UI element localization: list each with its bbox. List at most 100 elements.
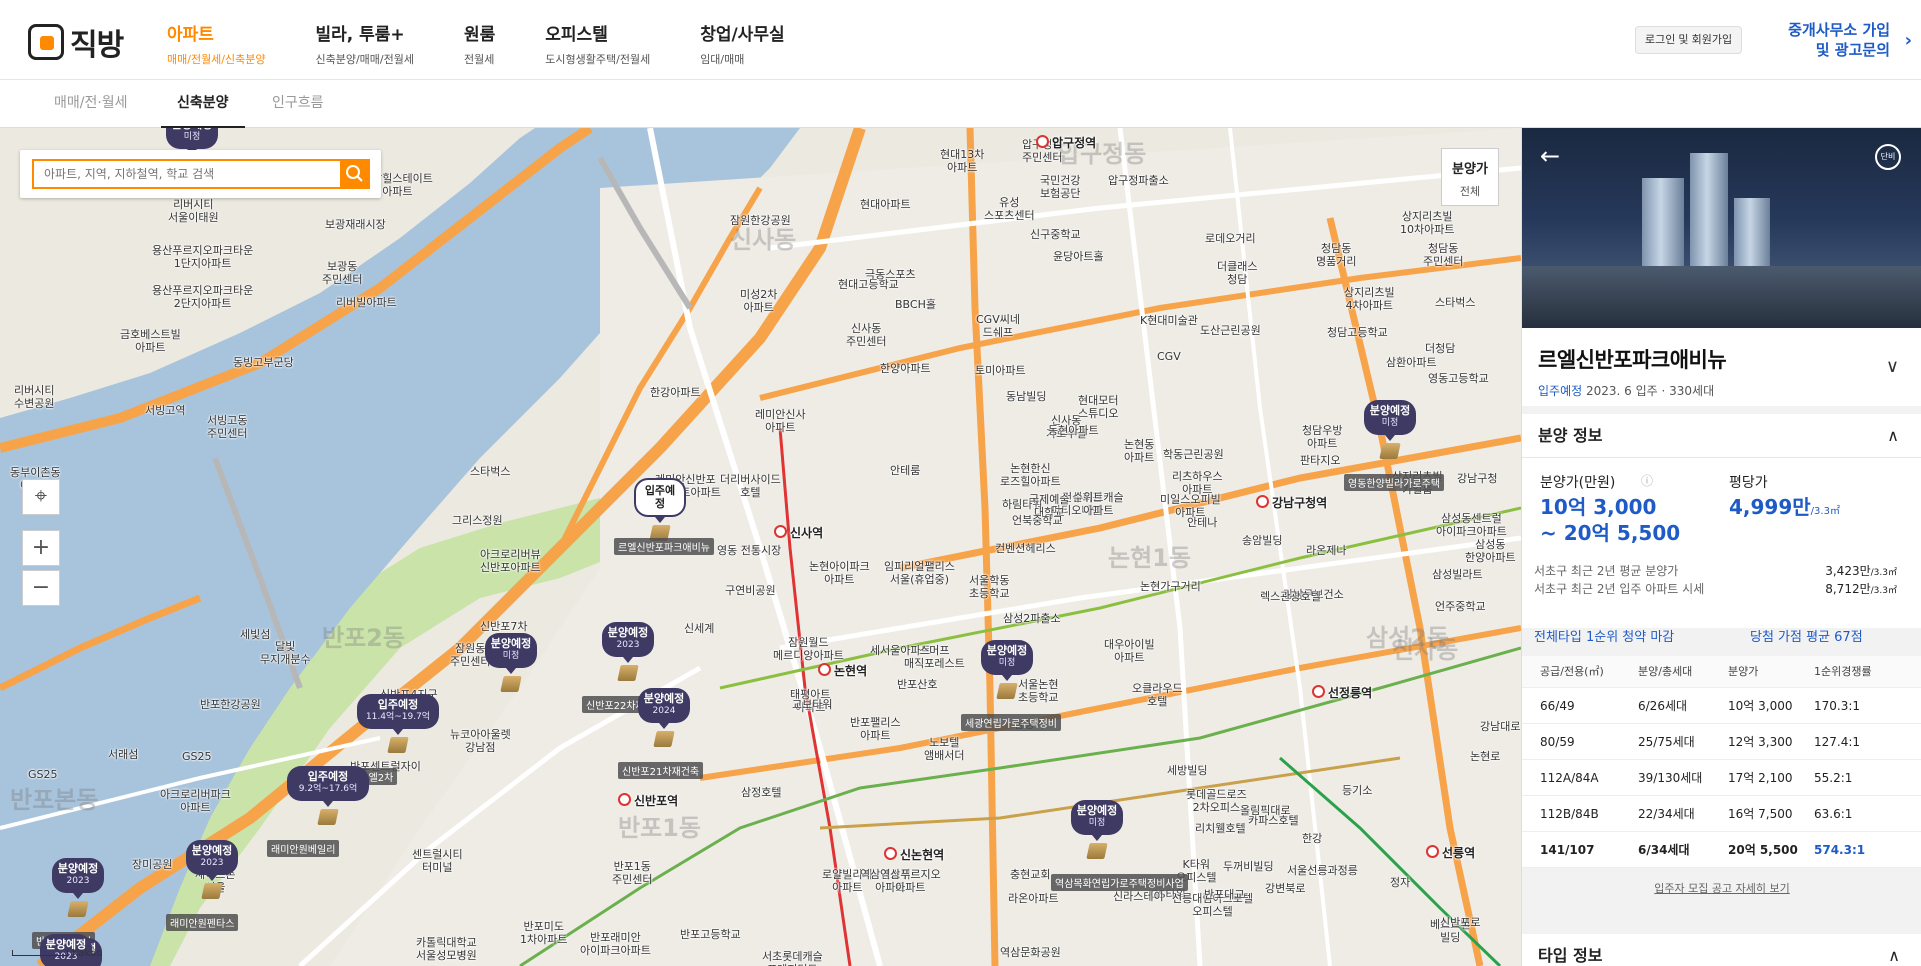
nav-item-1[interactable]: 빌라, 투룸+ 신축분양/매매/전월세 xyxy=(316,20,415,67)
map-place-label[interactable]: 센트럴시티 터미널 xyxy=(412,848,463,874)
map-place-label[interactable]: 윤당아트홀 xyxy=(1053,250,1104,263)
map-place-label[interactable]: 현대아파트 xyxy=(860,198,911,211)
listing-pin[interactable]: 분양예정2023 xyxy=(186,840,238,899)
map-place-label[interactable]: 임피리얼팰리스 서울(휴업중) xyxy=(884,560,955,586)
map-place-label[interactable]: 오클라우드 호텔 xyxy=(1132,682,1183,708)
map-place-label[interactable]: 용산푸르지오파크타운 1단지아파트 xyxy=(152,244,253,270)
subscription-closed-link[interactable]: 전체타입 1순위 청약 마감 xyxy=(1534,626,1674,645)
map-place-label[interactable]: 라온아파트 xyxy=(1008,892,1059,905)
map-place-label[interactable]: 미성2차 아파트 xyxy=(740,288,777,314)
tab-new-sale[interactable]: 신축분양 xyxy=(161,80,245,128)
map-place-label[interactable]: 아크로리버파크 아파트 xyxy=(160,788,231,814)
map-place-label[interactable]: 더청담 xyxy=(1425,342,1455,355)
map-place-label[interactable]: 삼정호텔 xyxy=(741,786,781,799)
subway-station-label[interactable]: 강남구청역 xyxy=(1256,494,1327,511)
map-place-label[interactable]: 라온제나 xyxy=(1306,544,1346,557)
map-place-label[interactable]: 구연비공원 xyxy=(725,584,776,597)
subway-station-label[interactable]: 압구정역 xyxy=(1036,134,1096,151)
listing-pin[interactable]: 분양예정미정 xyxy=(1071,800,1123,859)
map-place-label[interactable]: 리버시티 수변공원 xyxy=(14,384,54,410)
map-place-label[interactable]: 상지리츠빌 4차아파트 xyxy=(1344,286,1395,312)
map-place-label[interactable]: 논현한신 로즈힐아파트 xyxy=(1000,462,1061,488)
map-place-label[interactable]: 신구중학교 xyxy=(1030,228,1081,241)
map-place-label[interactable]: 판타지오 xyxy=(1300,454,1340,467)
map-place-label[interactable]: 유성 스포츠센터 xyxy=(984,196,1035,222)
map-place-label[interactable]: 서초롯데캐슬 프레지던트 xyxy=(762,950,823,966)
map-place-label[interactable]: 서울학동 초등학교 xyxy=(969,574,1009,600)
map-place-label[interactable]: 삼성2파출소 xyxy=(1003,612,1061,625)
announcement-link[interactable]: 입주자 모집 공고 자세히 보기 xyxy=(1522,880,1921,896)
map-place-label[interactable]: 롯데골드로즈 2차오피스 xyxy=(1186,788,1247,814)
map-place-label[interactable]: 반포팰리스 아파트 xyxy=(850,716,901,742)
map-place-label[interactable]: 청담동 주민센터 xyxy=(1423,242,1463,268)
map-place-label[interactable]: 강남구청 xyxy=(1457,472,1497,485)
back-arrow-icon[interactable]: ← xyxy=(1540,142,1560,170)
tab-population-flow[interactable]: 인구흐름 xyxy=(272,80,324,128)
map-place-label[interactable]: 역삼푸르지오 아파트 xyxy=(880,868,941,894)
map-place-label[interactable]: 스타벅스 xyxy=(470,465,510,478)
map-place-label[interactable]: 강변북로 xyxy=(1265,882,1305,895)
map-place-label[interactable]: 장미공원 xyxy=(132,858,172,871)
nav-item-4[interactable]: 창업/사무실 임대/매매 xyxy=(700,20,784,67)
map-place-label[interactable]: 한양아파트 xyxy=(880,362,931,375)
subway-station-label[interactable]: 신반포역 xyxy=(618,792,678,809)
pin-name-tag[interactable]: 래미안원펜타스 xyxy=(166,914,239,931)
map-place-label[interactable]: 카톨릭대학교 서울성모병원 xyxy=(416,936,477,962)
zoom-in-button[interactable]: + xyxy=(22,530,60,566)
map-place-label[interactable]: 역삼문화공원 xyxy=(1000,946,1061,959)
map-place-label[interactable]: 상지리츠빌 10차아파트 xyxy=(1400,210,1454,236)
map-place-label[interactable]: 반포래미안 아이파크아파트 xyxy=(580,931,651,957)
map-place-label[interactable]: 등기소 xyxy=(1342,784,1372,797)
map-place-label[interactable]: 렉스관광호텔 xyxy=(1260,590,1321,603)
map-place-label[interactable]: 현대13차 아파트 xyxy=(940,148,984,174)
map-place-label[interactable]: 세빛섬 xyxy=(240,628,270,641)
map-place-label[interactable]: 신세계 xyxy=(684,622,714,635)
map-place-label[interactable]: 삼환아파트 xyxy=(1386,356,1437,369)
type-section-header[interactable]: 타입 정보 ∧ xyxy=(1522,934,1921,966)
pin-name-tag[interactable]: 영동한양빌라가로주택 xyxy=(1344,474,1444,491)
subway-station-label[interactable]: 선정릉역 xyxy=(1312,684,1372,701)
map-place-label[interactable]: 미일스오피빌 아파트 xyxy=(1160,493,1221,519)
map-place-label[interactable]: 용산푸르지오파크타운 2단지아파트 xyxy=(152,284,253,310)
map-place-label[interactable]: 도산근린공원 xyxy=(1200,324,1261,337)
map-place-label[interactable]: 언북중학교 xyxy=(1012,514,1063,527)
map-place-label[interactable]: 세방빌딩 xyxy=(1167,764,1207,777)
map-canvas[interactable]: 한남힐스테이트 아파트 리버시티 서울이태원 보광재래시장 용산푸르지오파크타운 1단… xyxy=(0,128,1521,966)
map-place-label[interactable]: 뉴코아아울렛 강남점 xyxy=(450,728,511,754)
listing-pin[interactable]: 분양예정미정 xyxy=(1364,400,1416,459)
map-place-label[interactable]: 로데오거리 xyxy=(1205,232,1256,245)
map-place-label[interactable]: 올림픽대로 xyxy=(1240,804,1291,817)
map-place-label[interactable]: 그리스정원 xyxy=(452,514,503,527)
map-place-label[interactable]: 스타벅스 xyxy=(1435,296,1475,309)
map-place-label[interactable]: 신사동 주민센터 xyxy=(846,322,886,348)
map-place-label[interactable]: 대우아이빌 아파트 xyxy=(1104,638,1155,664)
map-place-label[interactable]: 강남대로 xyxy=(1480,720,1520,733)
map-place-label[interactable]: 언주중학교 xyxy=(1435,600,1486,613)
map-place-label[interactable]: 수위트캐슬 아파트 xyxy=(1073,491,1124,517)
map-place-label[interactable]: 정자 xyxy=(1390,876,1410,889)
map-place-label[interactable]: 서빙고동 주민센터 xyxy=(207,414,247,440)
listing-pin[interactable]: 분양예정미정 xyxy=(485,633,537,692)
map-place-label[interactable]: 잠원월드 메르디앙아파트 xyxy=(773,636,844,662)
map-place-label[interactable]: 아크로리버뷰 신반포아파트 xyxy=(480,548,541,574)
price-section-header[interactable]: 분양 정보 ∧ xyxy=(1522,414,1921,458)
map-place-label[interactable]: 동남빌딩 xyxy=(1006,390,1046,403)
map-place-label[interactable]: 반포산호 xyxy=(897,678,937,691)
map-place-label[interactable]: 토미아파트 xyxy=(975,364,1026,377)
map-place-label[interactable]: 논현로 xyxy=(1470,750,1500,763)
login-signup-button[interactable]: 로그인 및 회원가입 xyxy=(1635,26,1743,54)
map-place-label[interactable]: 삼성빌라트 xyxy=(1432,568,1483,581)
map-place-label[interactable]: 리버시티 서울이태원 xyxy=(168,198,219,224)
search-button[interactable] xyxy=(340,159,370,189)
map-place-label[interactable]: 더클래스 청담 xyxy=(1217,260,1257,286)
map-place-label[interactable]: 극동스포츠 xyxy=(865,268,916,281)
listing-pin[interactable]: 분양예정미정 xyxy=(981,640,1033,699)
map-place-label[interactable]: 서빙고역 xyxy=(145,404,185,417)
logo[interactable]: 직방 xyxy=(28,20,124,64)
map-place-label[interactable]: 신반포로 xyxy=(1440,916,1480,929)
tab-trade-rent[interactable]: 매매/전·월세 xyxy=(54,80,128,128)
map-place-label[interactable]: K현대미술관 xyxy=(1140,314,1198,327)
map-place-label[interactable]: 영동 전통시장 xyxy=(717,544,781,557)
map-place-label[interactable]: 동현아파트 xyxy=(1048,424,1099,437)
pin-name-tag[interactable]: 신반포21차재건축 xyxy=(618,762,704,779)
